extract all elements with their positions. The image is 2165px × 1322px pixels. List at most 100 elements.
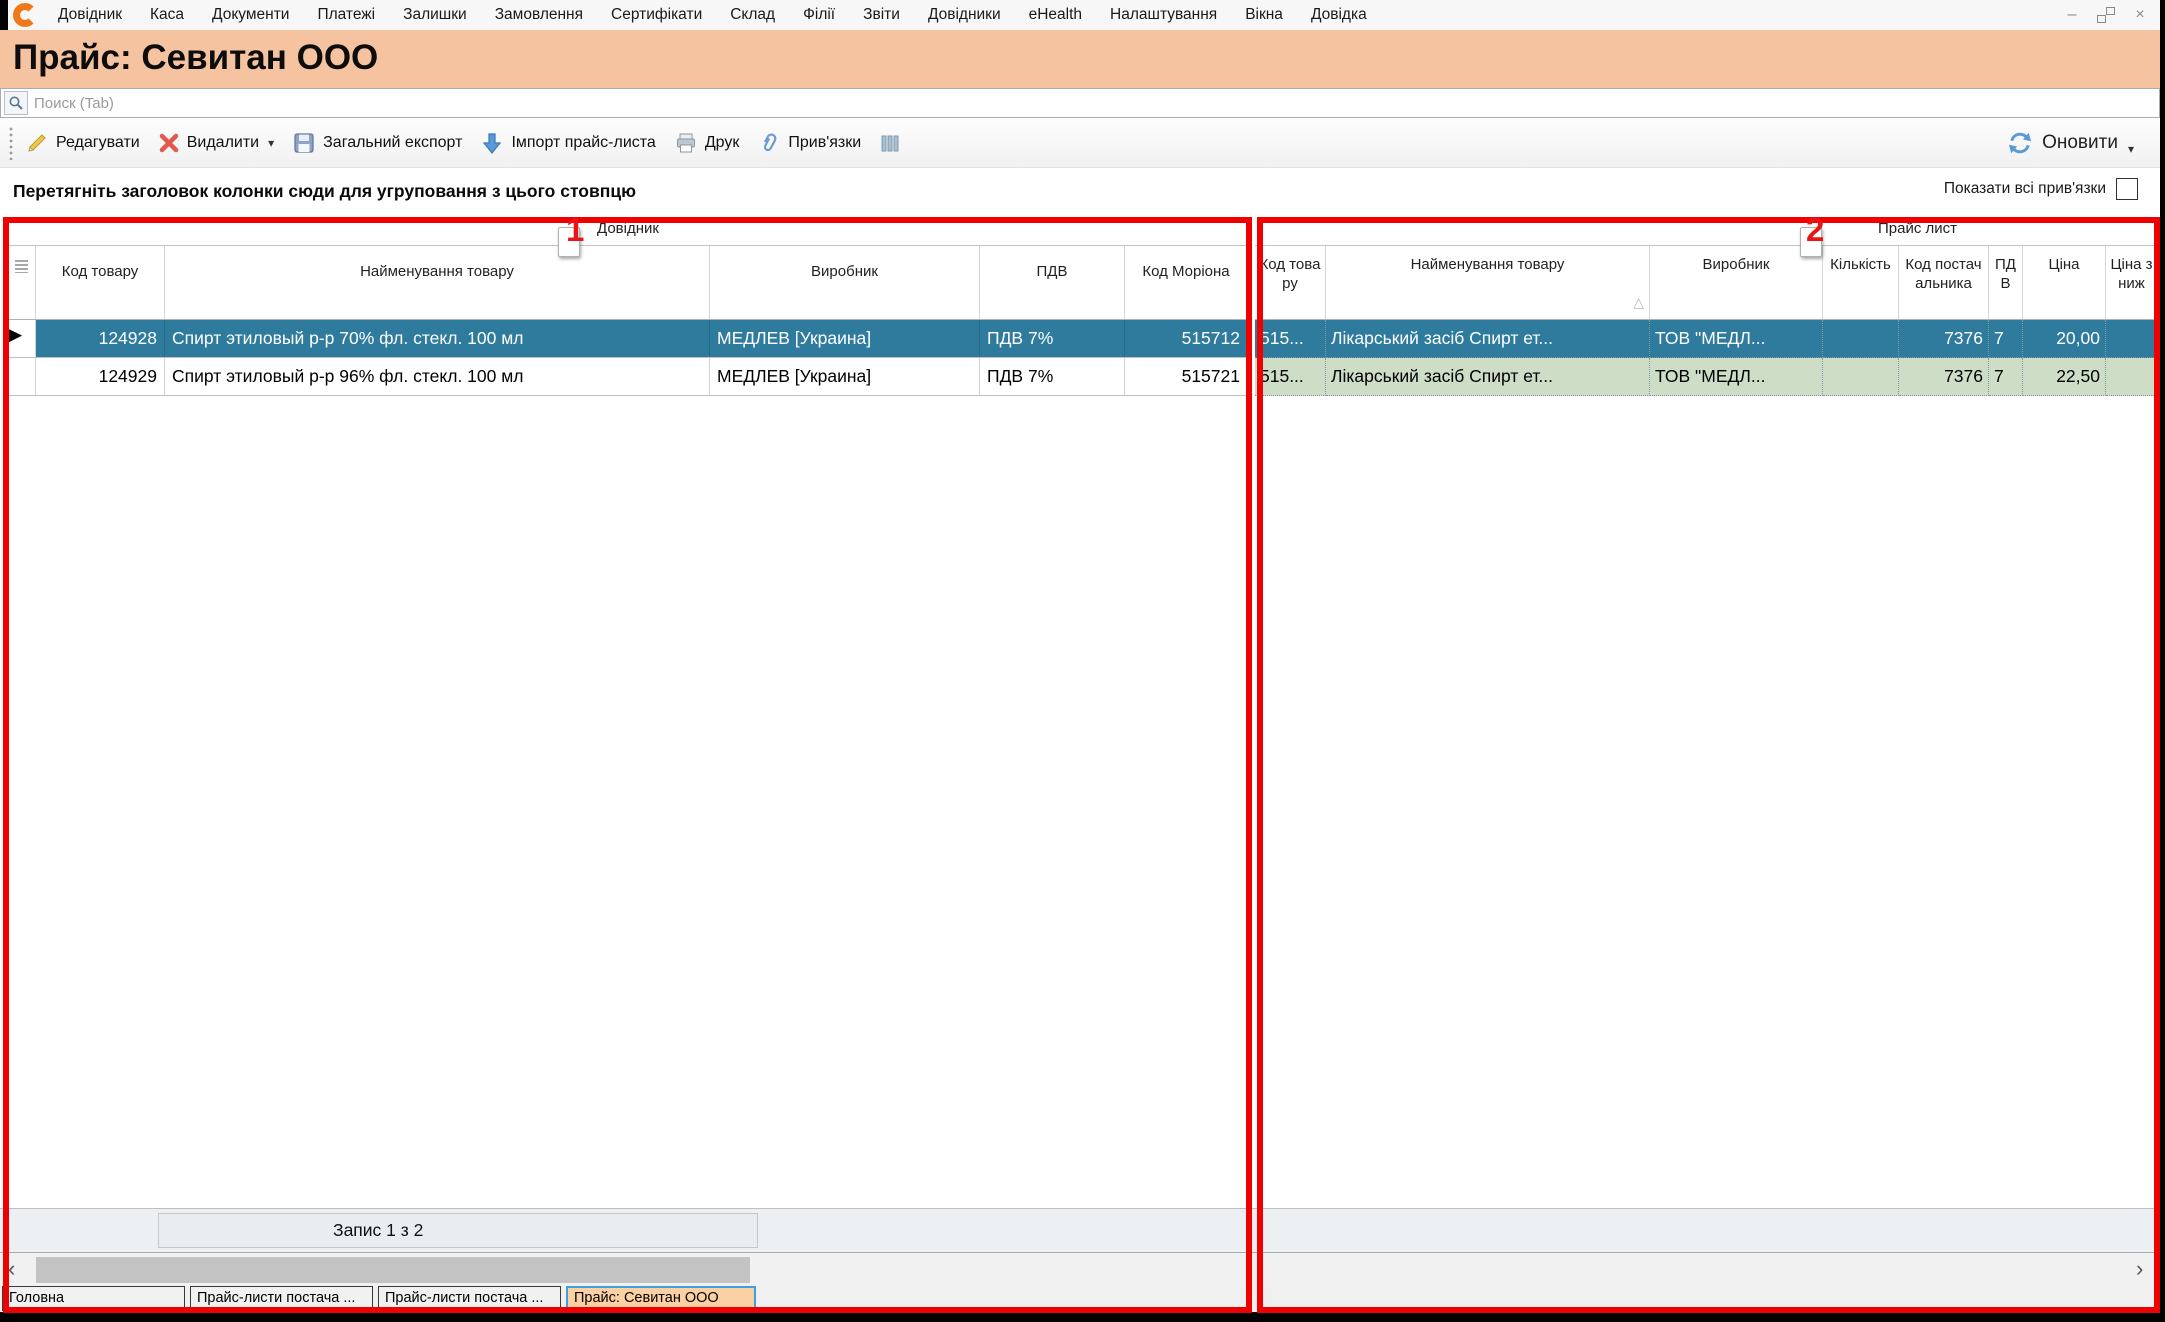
column-header-label: ПДВ: [1995, 256, 2016, 292]
column-header-label: Кількість: [1830, 256, 1891, 273]
tab[interactable]: Прайс-листи постача ...: [190, 1286, 373, 1311]
column-header[interactable]: Ціна: [2023, 246, 2106, 319]
minimize-button[interactable]: –: [2064, 0, 2080, 30]
table-cell[interactable]: 515...: [1255, 358, 1326, 396]
table-cell[interactable]: ПДВ 7%: [980, 358, 1125, 395]
table-cell[interactable]: 7: [1989, 320, 2023, 358]
refresh-button[interactable]: Оновити ▾: [2006, 129, 2134, 157]
table-cell[interactable]: МЕДЛЕВ [Украина]: [710, 320, 980, 357]
delete-dropdown-caret-icon[interactable]: ▾: [268, 136, 274, 150]
menu-item-залишки[interactable]: Залишки: [389, 0, 481, 30]
table-cell[interactable]: 515...: [1255, 320, 1326, 358]
row-indicator: ▶: [8, 320, 36, 357]
table-cell[interactable]: 22,50: [2023, 358, 2106, 396]
window-edge: [0, 0, 8, 30]
table-cell[interactable]: [2106, 320, 2158, 358]
column-header-label: Код товару: [1260, 256, 1321, 292]
scrollbar-thumb[interactable]: [36, 1257, 750, 1283]
toolbar-grip-handle[interactable]: [8, 126, 15, 160]
table-row[interactable]: 515...Лікарський засіб Спирт ет...ТОВ "М…: [1255, 320, 2160, 358]
column-header-label: Найменування товару: [1411, 256, 1565, 273]
column-header[interactable]: Код товару: [1255, 246, 1326, 319]
table-cell[interactable]: 20,00: [2023, 320, 2106, 358]
menu-item-каса[interactable]: Каса: [136, 0, 198, 30]
search-icon[interactable]: [4, 91, 28, 115]
menu-item-вікна[interactable]: Вікна: [1231, 0, 1297, 30]
table-cell[interactable]: 7376: [1899, 320, 1989, 358]
column-header-label: ПДВ: [1037, 263, 1068, 280]
document-tabs: ГоловнаПрайс-листи постача ...Прайс-лист…: [0, 1286, 2160, 1312]
edit-button[interactable]: Редагувати: [25, 131, 140, 155]
column-header-label: Ціна зниж: [2110, 256, 2152, 292]
menu-item-платежі[interactable]: Платежі: [303, 0, 389, 30]
column-header-label: Код товару: [62, 263, 139, 280]
left-panel-caption: Довідник: [8, 220, 1248, 237]
table-row[interactable]: ▶124928Спирт этиловый р-р 70% фл. стекл.…: [8, 320, 1248, 358]
table-cell[interactable]: 124929: [36, 358, 165, 395]
horizontal-scrollbar[interactable]: ‹ ›: [0, 1252, 2160, 1286]
table-cell[interactable]: ПДВ 7%: [980, 320, 1125, 357]
menu-item-довідник[interactable]: Довідник: [44, 0, 136, 30]
menu-item-налаштування[interactable]: Налаштування: [1096, 0, 1231, 30]
tab[interactable]: Прайс-листи постача ...: [378, 1286, 561, 1311]
close-button[interactable]: ×: [2132, 0, 2148, 30]
app-logo-icon: [13, 3, 37, 27]
table-cell[interactable]: МЕДЛЕВ [Украина]: [710, 358, 980, 395]
page-title: Прайс: Севитан ООО: [0, 30, 2160, 86]
menu-item-замовлення[interactable]: Замовлення: [481, 0, 597, 30]
table-cell[interactable]: [2106, 358, 2158, 396]
toolbar: Редагувати Видалити ▾ Загальний експорт …: [0, 118, 2160, 168]
import-button[interactable]: Імпорт прайс-листа: [480, 131, 655, 155]
column-header[interactable]: Кількість: [1823, 246, 1899, 319]
delete-button[interactable]: Видалити ▾: [158, 132, 274, 154]
column-header-label: Код постачальника: [1905, 256, 1981, 292]
refresh-dropdown-caret-icon[interactable]: ▾: [2128, 142, 2134, 156]
column-header[interactable]: Виробник: [1650, 246, 1823, 319]
column-header[interactable]: Код постачальника: [1899, 246, 1989, 319]
table-row[interactable]: 515...Лікарський засіб Спирт ет...ТОВ "М…: [1255, 358, 2160, 396]
table-cell[interactable]: 515712: [1125, 320, 1248, 357]
table-cell[interactable]: 124928: [36, 320, 165, 357]
column-header[interactable]: Код товару: [36, 246, 165, 319]
column-header[interactable]: Найменування товару: [165, 246, 710, 319]
table-cell[interactable]: Спирт этиловый р-р 96% фл. стекл. 100 мл: [165, 358, 710, 395]
table-cell[interactable]: ТОВ "МЕДЛ...: [1650, 320, 1823, 358]
table-cell[interactable]: 7: [1989, 358, 2023, 396]
table-cell[interactable]: Спирт этиловый р-р 70% фл. стекл. 100 мл: [165, 320, 710, 357]
column-header[interactable]: ПДВ: [1989, 246, 2023, 319]
column-header[interactable]: Найменування товару△: [1326, 246, 1650, 319]
table-cell[interactable]: ТОВ "МЕДЛ...: [1650, 358, 1823, 396]
menu-item-філії[interactable]: Філії: [789, 0, 849, 30]
tab[interactable]: Головна: [2, 1286, 185, 1311]
menu-item-довідка[interactable]: Довідка: [1297, 0, 1381, 30]
column-header[interactable]: ПДВ: [980, 246, 1125, 319]
columns-button[interactable]: [879, 132, 901, 154]
column-header[interactable]: Виробник: [710, 246, 980, 319]
menu-item-сертифікати[interactable]: Сертифікати: [597, 0, 716, 30]
export-button[interactable]: Загальний експорт: [292, 131, 462, 155]
table-cell[interactable]: Лікарський засіб Спирт ет...: [1326, 358, 1650, 396]
show-bindings-checkbox[interactable]: [2116, 178, 2138, 200]
menu-item-склад[interactable]: Склад: [716, 0, 789, 30]
table-cell[interactable]: 7376: [1899, 358, 1989, 396]
bindings-button[interactable]: Прив'язки: [757, 131, 861, 155]
menu-item-звіти[interactable]: Звіти: [849, 0, 914, 30]
scroll-left-icon[interactable]: ‹: [8, 1253, 15, 1285]
scroll-right-icon[interactable]: ›: [2136, 1253, 2143, 1285]
table-cell[interactable]: [1823, 320, 1899, 358]
table-row[interactable]: 124929Спирт этиловый р-р 96% фл. стекл. …: [8, 358, 1248, 396]
menu-item-ehealth[interactable]: eHealth: [1015, 0, 1096, 30]
column-header[interactable]: Ціна зниж: [2106, 246, 2158, 319]
group-by-panel: Перетягніть заголовок колонки сюди для у…: [0, 168, 2160, 215]
column-header-label: Виробник: [811, 263, 878, 280]
menu-item-документи[interactable]: Документи: [198, 0, 303, 30]
print-button[interactable]: Друк: [674, 131, 740, 155]
search-input[interactable]: [28, 95, 2159, 112]
group-by-hint: Перетягніть заголовок колонки сюди для у…: [0, 168, 2160, 214]
menu-item-довідники[interactable]: Довідники: [914, 0, 1015, 30]
table-cell[interactable]: [1823, 358, 1899, 396]
tab-active[interactable]: Прайс: Севитан ООО: [566, 1286, 756, 1311]
table-cell[interactable]: 515721: [1125, 358, 1248, 395]
column-header[interactable]: Код Моріона: [1125, 246, 1248, 319]
table-cell[interactable]: Лікарський засіб Спирт ет...: [1326, 320, 1650, 358]
